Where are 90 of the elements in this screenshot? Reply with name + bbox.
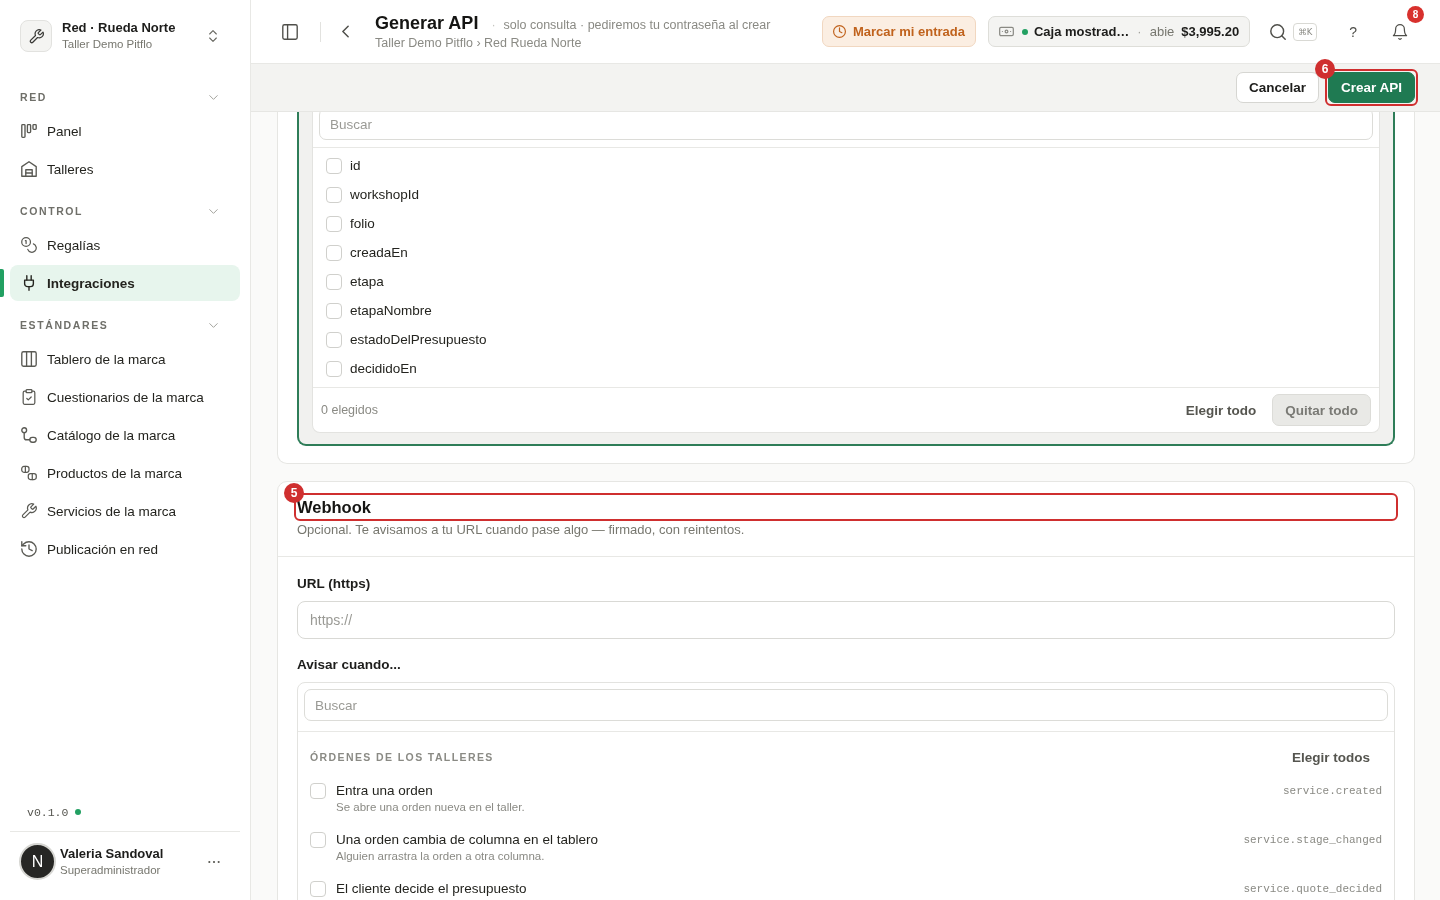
banknote-icon (999, 26, 1014, 37)
checkbox[interactable] (326, 331, 342, 348)
checkbox[interactable] (310, 832, 326, 848)
chevron-down-icon[interactable] (209, 94, 218, 100)
breadcrumb: Taller Demo Pitflo › Red Rueda Norte (375, 36, 583, 50)
event-code: service.created (1282, 784, 1382, 799)
field-option-label: folio (350, 216, 375, 231)
field-option-label: estadoDelPresupuesto (350, 332, 487, 347)
clock-in-button[interactable]: Marcar mi entrada (822, 16, 976, 47)
event-code: service.stage_changed (1243, 833, 1382, 848)
event-code: service.quote_decided (1243, 882, 1382, 897)
select-all-button[interactable]: Elegir todos (1280, 745, 1382, 769)
search-field[interactable]: Buscar (319, 112, 1373, 140)
more-icon[interactable] (208, 859, 220, 864)
nav-item[interactable]: Cuestionarios de la marca (10, 379, 240, 415)
checkbox[interactable] (326, 157, 342, 174)
bell-icon[interactable] (1392, 23, 1408, 40)
workspace-subtitle: Taller Demo Pitflo (62, 37, 154, 52)
shortcut-hint: ⌘K (1293, 22, 1318, 41)
field-option-label: creadaEn (350, 245, 408, 260)
help-button[interactable]: ? (1347, 23, 1359, 40)
nav-item[interactable]: Regalías (10, 227, 240, 263)
checkbox[interactable] (326, 244, 342, 261)
user-name: Valeria Sandoval (60, 844, 164, 862)
workspace-name: Red · Rueda Norte (62, 20, 176, 36)
building-icon (21, 161, 37, 177)
event-description: Alguien arrastra la orden a otra columna. (336, 849, 546, 864)
event-title: Una orden cambia de columna en el tablero (336, 831, 598, 849)
back-icon[interactable] (342, 25, 349, 38)
field-option-label: workshopId (350, 187, 420, 202)
clock-icon (833, 25, 846, 38)
cash-register-button[interactable]: Caja mostrad… · abie $3,995.20 (988, 16, 1251, 47)
history-icon (21, 541, 37, 557)
checkbox[interactable] (326, 273, 342, 290)
field-option-label: etapaNombre (350, 303, 432, 318)
checkbox[interactable] (326, 186, 342, 203)
chevrons-up-down-icon[interactable] (209, 30, 217, 42)
field-option-label: etapa (350, 274, 384, 289)
user-avatar[interactable]: N (19, 843, 56, 880)
group-label: ÓRDENES DE LOS TALLERES (310, 751, 494, 763)
separator-dot: · (491, 18, 496, 32)
boxes-icon (21, 465, 37, 481)
nav-item[interactable]: Panel (10, 113, 240, 149)
notification-badge: 8 (1407, 5, 1424, 23)
chevron-down-icon[interactable] (209, 322, 218, 328)
checkbox[interactable] (310, 881, 326, 897)
nav-item[interactable]: Productos de la marca (10, 455, 240, 491)
search-icon[interactable] (1270, 23, 1287, 40)
select-all-button[interactable]: Elegir todo (1173, 394, 1269, 426)
event-title: El cliente decide el presupuesto (336, 880, 527, 898)
nodes-icon (21, 427, 37, 443)
clipboard-check-icon (21, 389, 37, 405)
url-field[interactable]: https:// (297, 601, 1395, 639)
field-option-label: id (350, 158, 361, 173)
chevron-down-icon[interactable] (209, 208, 218, 214)
cancel-button[interactable]: Cancelar (1235, 72, 1319, 103)
section-label: CONTROL (20, 205, 84, 217)
field-label: URL (https) (297, 576, 372, 592)
version-label: v0.1.0 (27, 805, 69, 819)
checkbox[interactable] (310, 783, 326, 799)
wrench-icon (21, 503, 37, 519)
checkbox[interactable] (326, 215, 342, 232)
wrench-icon (20, 20, 52, 52)
field-label: Avisar cuando... (297, 657, 402, 673)
kanban-icon (21, 123, 37, 139)
clear-all-button[interactable]: Quitar todo (1272, 394, 1371, 426)
create-button[interactable]: Crear API (1327, 72, 1415, 103)
active-indicator (0, 269, 4, 297)
coins-icon (21, 237, 37, 253)
page-title: Generar API (375, 13, 479, 34)
nav-item[interactable]: Servicios de la marca (10, 493, 240, 529)
nav-item[interactable]: Talleres (10, 151, 240, 187)
nav-item[interactable]: Catálogo de la marca (10, 417, 240, 453)
section-description: Opcional. Te avisamos a tu URL cuando pase algo — firmado, con reintentos. (297, 521, 746, 539)
event-description: Se abre una orden nueva en el taller. (336, 800, 525, 815)
section-label: RED (20, 91, 47, 103)
nav-item[interactable]: Tablero de la marca (10, 341, 240, 377)
checkbox[interactable] (326, 360, 342, 377)
user-role: Superadministrador (60, 862, 162, 878)
checkbox[interactable] (326, 302, 342, 319)
sidebar-toggle-icon[interactable] (282, 23, 298, 40)
search-field[interactable]: Buscar (304, 689, 1388, 721)
columns-icon (21, 351, 37, 367)
field-option-label: decididoEn (350, 361, 417, 376)
page-subtitle: solo consulta · pediremos tu contraseña al crear (503, 18, 771, 32)
plug-icon (21, 275, 37, 291)
event-title: Entra una orden (336, 782, 434, 800)
nav-item[interactable]: Publicación en red (10, 531, 240, 567)
section-label: ESTÁNDARES (20, 319, 109, 331)
selected-count: 0 elegidos (321, 403, 378, 417)
